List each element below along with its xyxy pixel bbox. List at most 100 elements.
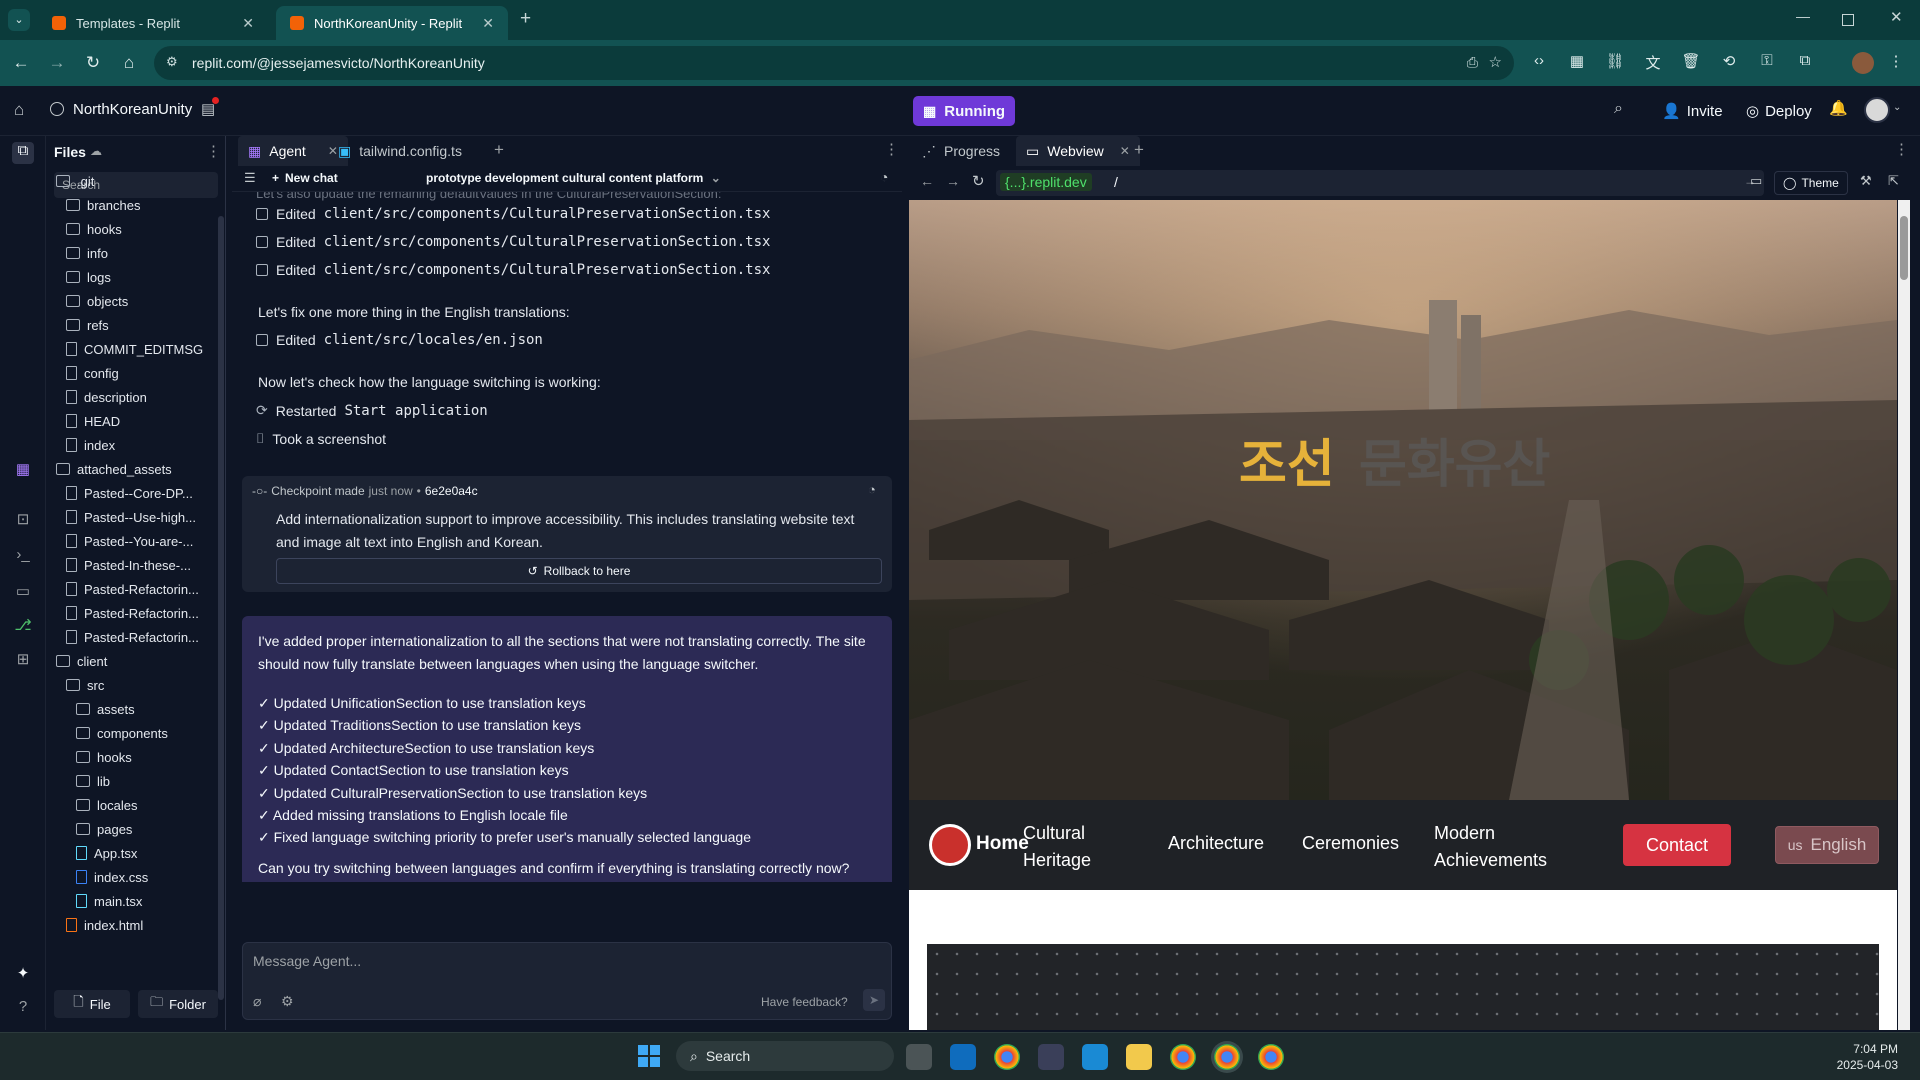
tree-item[interactable]: src (66, 674, 216, 696)
chevron-down-icon[interactable]: ⌄ (1893, 102, 1901, 113)
file-explorer-icon[interactable] (1126, 1044, 1152, 1070)
tree-item[interactable]: index.css (76, 866, 216, 888)
nav-modern-achievements-link[interactable]: Modern Achievements (1434, 820, 1564, 874)
tree-item[interactable]: HEAD (66, 410, 216, 432)
tree-item[interactable]: COMMIT_EDITMSG (66, 338, 216, 360)
webview-url-bar[interactable]: {...}.replit.dev / → (996, 170, 1764, 196)
tree-item[interactable]: index (66, 434, 216, 456)
webview-scrollbar[interactable] (1898, 200, 1910, 1030)
open-new-window-icon[interactable]: ⇱ (1888, 173, 1899, 189)
tree-item[interactable]: Pasted--Core-DP... (66, 482, 216, 504)
tree-item[interactable]: hooks (66, 218, 216, 240)
invite-button[interactable]: 👤 Invite (1652, 94, 1733, 128)
tree-item[interactable]: objects (66, 290, 216, 312)
chat-title-dropdown[interactable]: prototype development cultural content p… (426, 171, 721, 185)
chat-scroll[interactable]: Let's also update the remaining defaultV… (232, 192, 902, 882)
tree-item[interactable]: Pasted-Refactorin... (66, 626, 216, 648)
tab-webview[interactable]: ▭ Webview ✕ (1016, 136, 1140, 166)
message-input[interactable]: Message Agent... (253, 953, 361, 969)
tree-item[interactable]: main.tsx (76, 890, 216, 912)
tree-item[interactable]: lib (76, 770, 216, 792)
files-menu-icon[interactable]: ⋮ (206, 142, 221, 160)
files-tool-icon[interactable]: ⧉ (12, 142, 34, 164)
browser-tab-templates[interactable]: Templates - Replit ✕ (38, 6, 268, 40)
agent-menu-icon[interactable]: ⋮ (884, 140, 899, 158)
forward-arrow-icon[interactable]: → (946, 173, 960, 189)
devtools-wrench-icon[interactable]: ⚒ (1860, 173, 1872, 189)
preview-tool-icon[interactable]: ⊡ (12, 510, 34, 532)
site-info-icon[interactable]: ⚙ (166, 54, 178, 70)
agent-tool-icon[interactable]: ▦ (12, 460, 34, 482)
checkpoint-hash[interactable]: 6e2e0a4c (425, 484, 478, 498)
notifications-bell-icon[interactable]: 🔔 (1829, 99, 1848, 117)
feedback-link[interactable]: Have feedback? (761, 995, 848, 1009)
new-file-button[interactable]: 🗋 File (54, 990, 130, 1018)
tree-item[interactable]: locales (76, 794, 216, 816)
app-icon[interactable] (1038, 1044, 1064, 1070)
bookmark-star-icon[interactable]: ☆ (1489, 53, 1502, 71)
console-tool-icon[interactable]: ▭ (12, 582, 34, 604)
shell-tool-icon[interactable]: ›_ (12, 546, 34, 568)
tab-list-dropdown-icon[interactable]: ⌄ (8, 9, 30, 31)
nav-home-link[interactable]: Home (976, 833, 1029, 855)
chrome-active-icon[interactable] (1214, 1044, 1240, 1070)
chrome-icon[interactable] (994, 1044, 1020, 1070)
clock-time[interactable]: 7:04 PM (1828, 1042, 1898, 1056)
tree-item[interactable]: refs (66, 314, 216, 336)
home-icon[interactable]: ⌂ (118, 52, 140, 74)
close-window-icon[interactable]: ✕ (1890, 8, 1903, 26)
git-tool-icon[interactable]: ⎇ (12, 616, 34, 638)
close-tab-icon[interactable]: ✕ (1120, 144, 1130, 158)
tree-item[interactable]: branches (66, 194, 216, 216)
tree-item[interactable]: client (56, 650, 216, 672)
history-extension-icon[interactable]: ⟲ (1719, 52, 1739, 72)
tab-progress[interactable]: ⋰ Progress (912, 136, 1010, 166)
tree-item[interactable]: assets (76, 698, 216, 720)
files-scrollbar[interactable] (218, 216, 224, 1000)
history-list-icon[interactable]: ☰ (244, 170, 256, 186)
theme-button[interactable]: ◯ Theme (1774, 171, 1848, 195)
close-tab-icon[interactable]: ✕ (482, 15, 494, 32)
back-arrow-icon[interactable]: ← (10, 52, 32, 74)
restore-icon[interactable] (1842, 14, 1854, 26)
devices-icon[interactable]: ▭ (1750, 173, 1762, 189)
tree-item[interactable]: logs (66, 266, 216, 288)
trash-extension-icon[interactable]: 🗑 (1681, 52, 1701, 72)
nav-contact-button[interactable]: Contact (1623, 824, 1731, 866)
nav-ceremonies-link[interactable]: Ceremonies (1302, 833, 1399, 854)
address-bar[interactable]: ⚙ replit.com/@jessejamesvicto/NorthKorea… (154, 46, 1514, 80)
forward-arrow-icon[interactable]: → (46, 52, 68, 74)
tree-item[interactable]: index.html (66, 914, 216, 936)
tree-item[interactable]: components (76, 722, 216, 744)
edit-file-path[interactable]: client/src/components/CulturalPreservati… (324, 206, 771, 222)
search-icon[interactable]: ⌕ (1614, 100, 1623, 118)
site-logo-icon[interactable] (929, 824, 971, 866)
browser-menu-icon[interactable]: ⋮ (1886, 52, 1906, 72)
project-name[interactable]: NorthKoreanUnity (73, 101, 192, 118)
tree-item[interactable]: App.tsx (76, 842, 216, 864)
tree-item[interactable]: Pasted-In-these-... (66, 554, 216, 576)
help-icon[interactable]: ? (12, 998, 34, 1020)
speed-gauge-icon[interactable]: ◔ (880, 169, 888, 185)
taskbar-search[interactable]: ⌕ Search (676, 1041, 894, 1071)
tree-item[interactable]: Pasted-Refactorin... (66, 602, 216, 624)
speed-gauge-icon[interactable]: ◔ (868, 482, 876, 497)
new-tab-plus-icon[interactable]: + (520, 8, 531, 30)
language-switcher[interactable]: us English (1775, 826, 1879, 864)
key-extension-icon[interactable]: ⚿ (1757, 52, 1777, 72)
tree-item[interactable]: config (66, 362, 216, 384)
tree-item[interactable]: Pasted--Use-high... (66, 506, 216, 528)
tree-item[interactable]: attached_assets (56, 458, 216, 480)
close-tab-icon[interactable]: ✕ (242, 15, 254, 32)
tree-item[interactable]: info (66, 242, 216, 264)
code-view-icon[interactable]: ‹› (1529, 52, 1549, 72)
rollback-button[interactable]: ↺ Rollback to here (276, 558, 882, 584)
clock-date[interactable]: 2025-04-03 (1828, 1058, 1898, 1072)
edit-file-path[interactable]: client/src/locales/en.json (324, 332, 543, 348)
vscode-icon[interactable] (1082, 1044, 1108, 1070)
windows-start-icon[interactable] (638, 1045, 660, 1067)
new-chat-button[interactable]: + New chat (272, 171, 338, 185)
back-arrow-icon[interactable]: ← (920, 173, 934, 189)
new-tab-plus-icon[interactable]: + (1134, 140, 1144, 160)
settings-icon[interactable]: ⚙ (281, 993, 294, 1010)
